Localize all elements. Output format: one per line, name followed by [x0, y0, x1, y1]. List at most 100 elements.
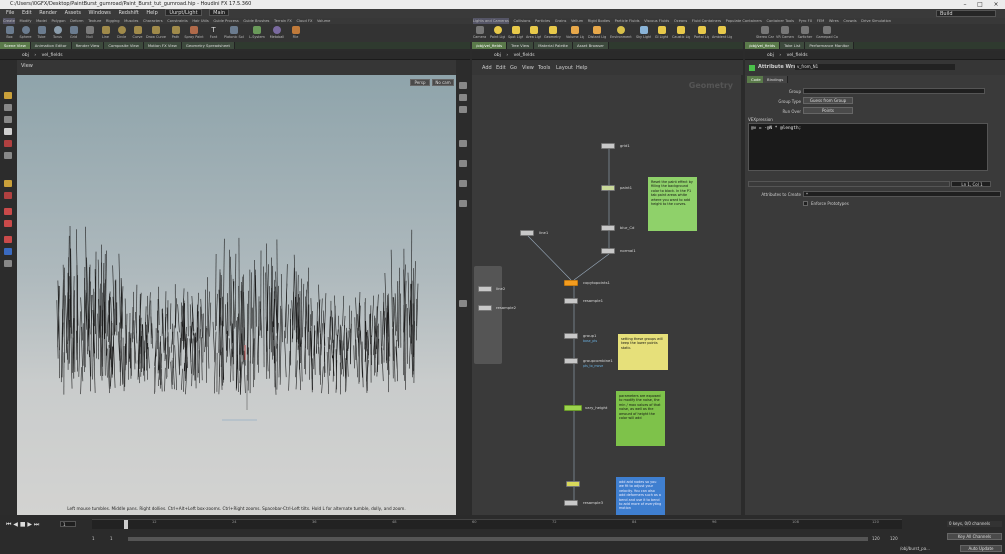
- parm-path-obj[interactable]: obj: [767, 53, 774, 58]
- tool-volume-light[interactable]: Volume Light: [566, 25, 584, 41]
- tool-curve[interactable]: Curve: [130, 25, 145, 41]
- build-select[interactable]: Build: [936, 10, 996, 17]
- node-null[interactable]: [566, 481, 580, 487]
- tab-material-palette[interactable]: Material Palette: [534, 42, 573, 49]
- camera-view-icon[interactable]: [4, 248, 12, 255]
- grid-snap-icon[interactable]: [4, 236, 12, 243]
- normals-display-icon[interactable]: [459, 200, 467, 207]
- node-grid1[interactable]: [601, 143, 615, 149]
- 3d-viewport[interactable]: Persp No cam Left mouse tumbles. Middle …: [17, 75, 456, 515]
- tab-take-list[interactable]: Take List: [780, 42, 806, 49]
- tool-font[interactable]: T Font: [206, 25, 221, 41]
- tab-bindings[interactable]: Bindings: [763, 76, 789, 83]
- tool-gamepad-camera[interactable]: Gamepad Camera: [816, 25, 838, 41]
- menu-render[interactable]: Render: [39, 9, 57, 18]
- key-all-channels-button[interactable]: Key All Channels: [947, 533, 1002, 540]
- net-menu-add[interactable]: Add: [482, 65, 492, 71]
- tool-circle[interactable]: Circle: [114, 25, 129, 41]
- group-field[interactable]: [803, 88, 985, 94]
- rotate-tool-icon[interactable]: [4, 116, 12, 123]
- tool-switcher[interactable]: Switcher: [796, 25, 814, 41]
- tool-vr-camera[interactable]: VR Camera: [776, 25, 794, 41]
- tab-performance-monitor[interactable]: Performance Monitor: [805, 42, 855, 49]
- tool-distant-light[interactable]: Distant Light: [588, 25, 606, 41]
- scale-tool-icon[interactable]: [4, 128, 12, 135]
- menu-windows[interactable]: Windows: [89, 9, 111, 18]
- menu-edit[interactable]: Edit: [22, 9, 32, 18]
- tool-spray-paint[interactable]: Spray Paint: [184, 25, 204, 41]
- tool-null[interactable]: Null: [82, 25, 97, 41]
- tool-platonic[interactable]: Platonic Solids: [224, 25, 244, 41]
- tool-area-light[interactable]: Area Light: [526, 25, 541, 41]
- tool-draw-curve[interactable]: Draw Curve: [146, 25, 166, 41]
- auto-update-button[interactable]: Auto Update: [960, 545, 1002, 552]
- net-menu-edit[interactable]: Edit: [496, 65, 506, 71]
- node-blur-cd[interactable]: [601, 225, 615, 231]
- sticky-note-params[interactable]: parameters are exposed to modify the noi…: [616, 391, 665, 446]
- desktop-select[interactable]: Uurpt/Light: [165, 9, 202, 16]
- snap-icon[interactable]: [4, 220, 12, 227]
- tab-motion-fx-view[interactable]: Motion FX View: [143, 42, 182, 49]
- select-tool-icon[interactable]: [4, 92, 12, 99]
- node-resample3[interactable]: [564, 500, 578, 506]
- net-menu-help[interactable]: Help: [576, 65, 587, 71]
- tool-tube[interactable]: Tube: [34, 25, 49, 41]
- enforce-checkbox[interactable]: [803, 201, 808, 206]
- handle-tool-icon[interactable]: [4, 140, 12, 147]
- path-obj[interactable]: obj: [22, 53, 29, 58]
- lighting-icon[interactable]: [459, 94, 467, 101]
- tool-path[interactable]: Path: [168, 25, 183, 41]
- tool-environment-light[interactable]: Environment Light: [610, 25, 632, 41]
- menu-help[interactable]: Help: [146, 9, 157, 18]
- tool-line[interactable]: Line: [98, 25, 113, 41]
- tool-point-light[interactable]: Point Light: [490, 25, 505, 41]
- node-resample2[interactable]: [478, 305, 492, 311]
- tab-composite-view[interactable]: Composite View: [104, 42, 144, 49]
- tab-render-view[interactable]: Render View: [71, 42, 105, 49]
- template-icon[interactable]: [459, 160, 467, 167]
- tool-box[interactable]: Box: [2, 25, 17, 41]
- net-path-node[interactable]: vel_fields: [514, 53, 535, 58]
- tool-camera[interactable]: Camera: [472, 25, 487, 41]
- tab-tree-view[interactable]: Tree View: [507, 42, 535, 49]
- timeline-track[interactable]: 12 24 36 48 60 72 84 96 108 120: [92, 519, 902, 529]
- node-copytopoints1[interactable]: [564, 280, 578, 286]
- tab-network-view[interactable]: /obj/vel_fields: [472, 42, 508, 49]
- tab-parameters[interactable]: /obj/vel_fields: [745, 42, 781, 49]
- path-node[interactable]: vel_fields: [42, 53, 63, 58]
- menu-assets[interactable]: Assets: [65, 9, 81, 18]
- tool-caustic-light[interactable]: Caustic Light: [672, 25, 690, 41]
- display-options-icon[interactable]: [459, 82, 467, 89]
- run-over-select[interactable]: Points: [803, 107, 853, 114]
- node-group1[interactable]: [564, 333, 578, 339]
- range-slider[interactable]: [128, 537, 868, 541]
- tool-lsystem[interactable]: L-System: [248, 25, 266, 41]
- playback-controls[interactable]: ⏮ ◀ ■ ▶ ⏭: [6, 521, 39, 529]
- move-tool-icon[interactable]: [4, 104, 12, 111]
- tool-sky-light[interactable]: Sky Light: [636, 25, 651, 41]
- ghost-icon[interactable]: [459, 140, 467, 147]
- tool-torus[interactable]: Torus: [50, 25, 65, 41]
- magnet-icon[interactable]: [4, 208, 12, 215]
- node-normal1[interactable]: [601, 248, 615, 254]
- tab-animation-editor[interactable]: Animation Editor: [30, 42, 72, 49]
- tab-geometry-spreadsheet[interactable]: Geometry Spreadsheet: [181, 42, 235, 49]
- tool-stereo-camera[interactable]: Stereo Camera: [756, 25, 774, 41]
- tab-scene-view[interactable]: Scene View: [0, 42, 31, 49]
- tool-metaball[interactable]: Metaball: [268, 25, 286, 41]
- pose-tool-icon[interactable]: [4, 152, 12, 159]
- end-frame[interactable]: 120: [890, 536, 898, 541]
- node-resample1[interactable]: [564, 298, 578, 304]
- menu-redshift[interactable]: Redshift: [118, 9, 138, 18]
- range-start[interactable]: 1: [110, 536, 113, 541]
- tool-ambient-light[interactable]: Ambient Light: [712, 25, 732, 41]
- main-select[interactable]: Main: [209, 9, 230, 16]
- node-vary-height[interactable]: [564, 405, 582, 411]
- attrs-field[interactable]: *: [803, 191, 1001, 197]
- parm-path-node[interactable]: vel_fields: [787, 53, 808, 58]
- net-menu-layout[interactable]: Layout: [556, 65, 573, 71]
- node-paint1[interactable]: [601, 185, 615, 191]
- tool-sphere[interactable]: Sphere: [18, 25, 33, 41]
- net-menu-go[interactable]: Go: [510, 65, 517, 71]
- timeline-cursor[interactable]: [124, 520, 128, 529]
